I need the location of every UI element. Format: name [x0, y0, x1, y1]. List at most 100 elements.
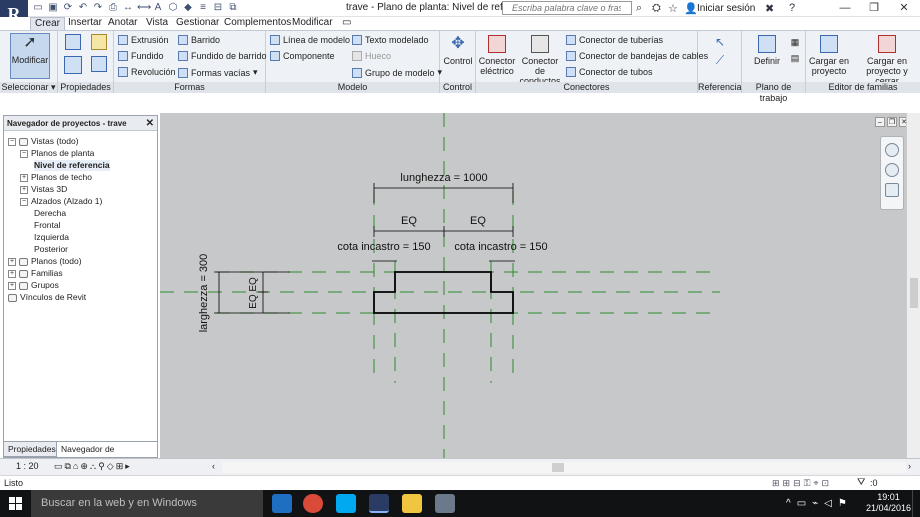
binoculars-icon[interactable]: ⌕: [636, 2, 642, 15]
tab-gestionar[interactable]: Gestionar: [172, 17, 223, 30]
tab-navegador-proyectos[interactable]: Navegador de proyectos -...: [56, 441, 158, 469]
dimension-icon[interactable]: ⟷: [137, 2, 151, 14]
minimize-button[interactable]: —: [830, 0, 860, 16]
collapse-icon[interactable]: −: [8, 137, 16, 146]
system-tray-icons[interactable]: ^▭⌁◁⚑: [786, 498, 853, 509]
tab-anotar[interactable]: Anotar: [104, 17, 141, 30]
tab-vista[interactable]: Vista: [142, 17, 172, 30]
open-icon[interactable]: ▭: [32, 2, 44, 14]
tab-propiedades[interactable]: Propiedades: [3, 441, 61, 457]
skype-icon[interactable]: [336, 494, 356, 513]
reference-plane-button[interactable]: ⟋: [710, 54, 730, 66]
view-control-icons[interactable]: ▭⧉⌂⊕⛬⚲◇⊞▸: [54, 461, 132, 472]
sync-icon[interactable]: ⟳: [62, 2, 74, 14]
model-text-button[interactable]: Texto modelado: [352, 35, 429, 45]
tab-complementos[interactable]: Complementos: [220, 17, 295, 30]
close-window-button[interactable]: ✕: [889, 0, 919, 16]
browser-tree-item[interactable]: + Planos (todo): [8, 256, 82, 267]
reference-line-button[interactable]: ↖: [710, 36, 730, 48]
sweep-button[interactable]: Barrido: [178, 35, 220, 45]
subscription-icon[interactable]: ⛭: [652, 2, 661, 15]
expand-icon[interactable]: +: [8, 281, 16, 290]
browser-tree-item[interactable]: Derecha: [34, 208, 66, 219]
windows-start-icon[interactable]: [9, 497, 22, 510]
blend-button[interactable]: Fundido: [118, 51, 164, 61]
text-icon[interactable]: A: [152, 2, 164, 14]
browser-tree-item[interactable]: Frontal: [34, 220, 60, 231]
browser-tree-item[interactable]: − Vistas (todo): [8, 136, 79, 147]
electrical-connector-button[interactable]: Conector eléctrico: [478, 35, 516, 76]
close-icon[interactable]: ✕: [146, 116, 154, 131]
view-3d-icon[interactable]: ⬡: [167, 2, 179, 14]
thin-lines-icon[interactable]: ≡: [197, 2, 209, 14]
restore-view-icon[interactable]: ❐: [887, 117, 897, 127]
browser-tree-item[interactable]: + Vistas 3D: [20, 184, 67, 195]
undo-icon[interactable]: ↶: [77, 2, 89, 14]
scale-selector[interactable]: 1 : 20: [16, 461, 39, 471]
browser-tree-item[interactable]: Nivel de referencia: [34, 160, 110, 171]
browser-tree-item[interactable]: Vínculos de Revit: [8, 292, 86, 303]
signin-button[interactable]: Iniciar sesión: [697, 3, 755, 14]
browser-tree-item[interactable]: + Grupos: [8, 280, 59, 291]
load-and-close-button[interactable]: Cargar en proyecto y cerrar: [856, 35, 918, 86]
tab-extra-icon[interactable]: ▭: [338, 17, 355, 30]
print-icon[interactable]: ⎙: [107, 2, 119, 14]
model-line-button[interactable]: Línea de modelo: [270, 35, 350, 45]
component-button[interactable]: Componente: [270, 51, 335, 61]
modify-button[interactable]: ➚ Modificar: [10, 33, 50, 79]
properties-button[interactable]: [62, 56, 84, 77]
control-button[interactable]: ✥ Control: [442, 35, 474, 66]
search-input[interactable]: [503, 2, 621, 14]
group-label-seleccionar[interactable]: Seleccionar ▾: [0, 82, 57, 93]
taskbar-clock[interactable]: 19:01 21/04/2016: [866, 492, 911, 514]
collapse-icon[interactable]: −: [20, 149, 28, 158]
browser-tree-item[interactable]: − Alzados (Alzado 1): [20, 196, 102, 207]
user-icon[interactable]: 👤: [684, 2, 698, 15]
drawing-canvas[interactable]: lunghezza = 1000 EQ EQ cota incastro = 1…: [160, 113, 906, 458]
favorite-star-icon[interactable]: ☆: [668, 2, 678, 15]
selection-options-icons[interactable]: ⊞⊞⊟⚿⌖⊡: [772, 478, 832, 489]
edge-browser-icon[interactable]: [272, 494, 292, 513]
save-icon[interactable]: ▣: [47, 2, 59, 14]
tab-insertar[interactable]: Insertar: [64, 17, 106, 30]
minimize-view-icon[interactable]: –: [875, 117, 885, 127]
zoom-icon[interactable]: [885, 163, 899, 177]
tab-modificar[interactable]: Modificar: [288, 17, 337, 30]
show-workplane-button[interactable]: ▦: [788, 37, 802, 47]
redo-icon[interactable]: ↷: [92, 2, 104, 14]
swept-blend-button[interactable]: Fundido de barrido: [178, 51, 267, 61]
type-properties-button[interactable]: [88, 56, 110, 75]
pipe-connector-button[interactable]: Conector de tuberías: [566, 35, 663, 45]
browser-tree-item[interactable]: + Planos de techo: [20, 172, 92, 183]
horizontal-scroll-thumb[interactable]: [552, 463, 564, 472]
restore-button[interactable]: ❐: [859, 0, 889, 16]
family-category-button[interactable]: [88, 34, 110, 53]
expand-icon[interactable]: +: [20, 185, 28, 194]
app-tool-icon[interactable]: [435, 494, 455, 513]
scroll-left-icon[interactable]: ‹: [212, 461, 215, 471]
pan-icon[interactable]: [885, 183, 899, 197]
family-types-button[interactable]: [62, 34, 84, 53]
measure-icon[interactable]: ↔: [122, 2, 134, 14]
tab-crear[interactable]: Crear: [30, 17, 66, 30]
show-desktop-button[interactable]: [912, 490, 920, 517]
section-icon[interactable]: ◆: [182, 2, 194, 14]
scroll-right-icon[interactable]: ›: [908, 461, 911, 471]
opening-button[interactable]: Hueco: [352, 51, 391, 61]
cable-tray-connector-button[interactable]: Conector de bandejas de cables: [566, 51, 708, 61]
steering-wheel-icon[interactable]: [885, 143, 899, 157]
horizontal-scrollbar[interactable]: [222, 462, 906, 473]
viewer-button[interactable]: ▤: [788, 53, 802, 63]
expand-icon[interactable]: +: [8, 269, 16, 278]
browser-tree-item[interactable]: − Planos de planta: [20, 148, 94, 159]
extrusion-button[interactable]: Extrusión: [118, 35, 169, 45]
void-forms-button[interactable]: Formas vacías ▾: [178, 67, 258, 78]
file-explorer-icon[interactable]: [402, 494, 422, 513]
vertical-scroll-thumb[interactable]: [910, 278, 918, 308]
switch-windows-icon[interactable]: ⧉: [227, 2, 239, 14]
expand-icon[interactable]: +: [8, 257, 16, 266]
model-group-button[interactable]: Grupo de modelo ▾: [352, 67, 442, 78]
revit-taskbar-icon[interactable]: [369, 494, 389, 513]
browser-tree-item[interactable]: + Familias: [8, 268, 63, 279]
load-into-project-button[interactable]: Cargar en proyecto: [808, 35, 850, 76]
